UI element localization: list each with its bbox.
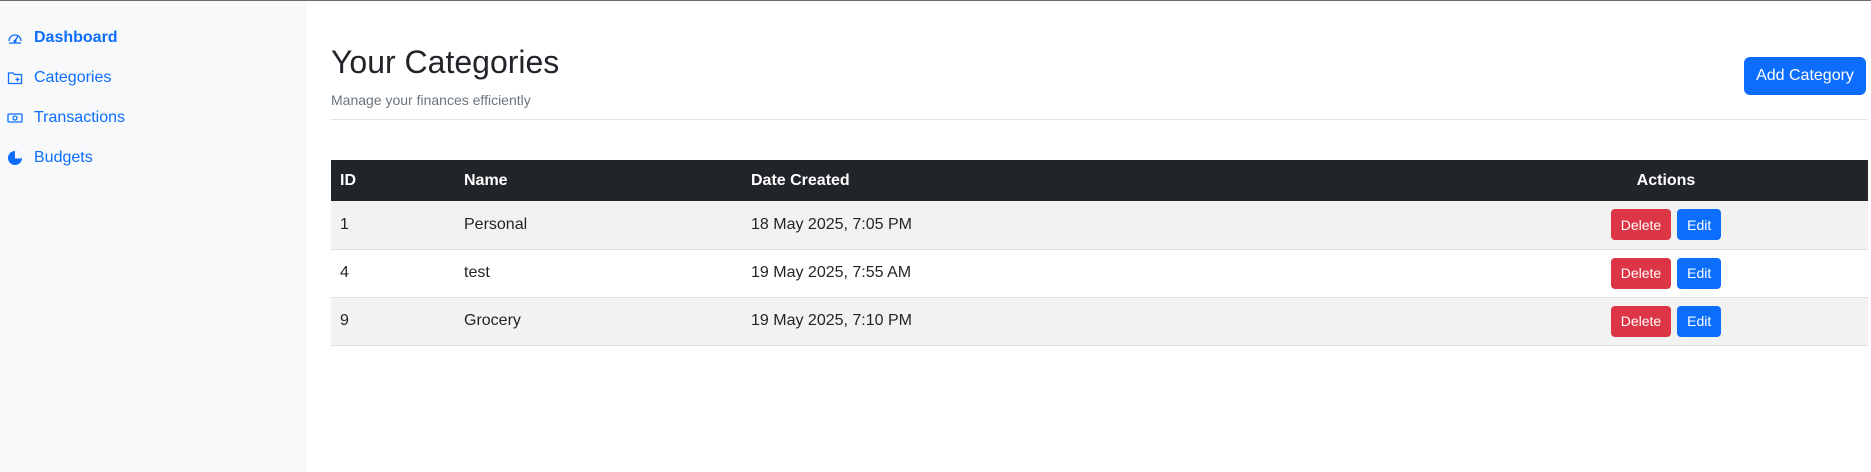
add-category-button[interactable]: Add Category	[1744, 57, 1866, 95]
sidebar-item-dashboard[interactable]: Dashboard	[0, 18, 307, 58]
cell-actions: Delete Edit	[1464, 201, 1868, 249]
categories-table: ID Name Date Created Actions 1 Personal …	[331, 160, 1868, 346]
sidebar-item-transactions[interactable]: Transactions	[0, 98, 307, 138]
cash-icon	[6, 109, 24, 127]
delete-button[interactable]: Delete	[1610, 209, 1672, 241]
table-row: 9 Grocery 19 May 2025, 7:10 PM Delete Edi…	[331, 297, 1868, 345]
sidebar-item-categories[interactable]: Categories	[0, 58, 307, 98]
table-header-row: ID Name Date Created Actions	[331, 160, 1868, 201]
edit-button[interactable]: Edit	[1677, 305, 1722, 337]
sidebar-item-label: Transactions	[34, 109, 125, 126]
cell-id: 9	[340, 312, 349, 329]
page-subtitle: Manage your finances efficiently	[331, 92, 531, 108]
edit-button[interactable]: Edit	[1677, 257, 1722, 289]
cell-name: test	[464, 264, 490, 281]
sidebar: Dashboard Categories Transactions Budget…	[0, 1, 307, 472]
table-row: 4 test 19 May 2025, 7:55 AM Delete Edit	[331, 249, 1868, 297]
column-header-actions: Actions	[1636, 171, 1696, 189]
folder-plus-icon	[6, 69, 24, 87]
cell-name: Personal	[464, 215, 528, 233]
delete-button[interactable]: Delete	[1610, 305, 1672, 337]
cell-date: 18 May 2025, 7:05 PM	[751, 215, 912, 233]
table-row: 1 Personal 18 May 2025, 7:05 PM Delete Ed…	[331, 201, 1868, 249]
cell-id: 1	[340, 215, 349, 233]
sidebar-item-label: Categories	[34, 69, 112, 86]
header-divider	[331, 119, 1868, 120]
column-header-name: Name	[464, 171, 508, 189]
sidebar-item-label: Dashboard	[34, 29, 118, 46]
cell-name: Grocery	[464, 312, 521, 329]
delete-button[interactable]: Delete	[1610, 257, 1672, 289]
speedometer-icon	[6, 29, 24, 47]
column-header-date: Date Created	[751, 171, 850, 189]
main-content: Your Categories Manage your finances eff…	[331, 0, 1871, 472]
page-title: Your Categories	[331, 44, 560, 80]
pie-chart-icon	[6, 149, 24, 167]
edit-button[interactable]: Edit	[1677, 209, 1722, 241]
cell-actions: Delete Edit	[1464, 297, 1868, 345]
sidebar-item-budgets[interactable]: Budgets	[0, 138, 307, 178]
cell-date: 19 May 2025, 7:10 PM	[751, 312, 912, 329]
sidebar-item-label: Budgets	[34, 149, 93, 166]
cell-id: 4	[340, 264, 349, 281]
cell-date: 19 May 2025, 7:55 AM	[751, 264, 912, 281]
column-header-id: ID	[340, 171, 356, 189]
cell-actions: Delete Edit	[1464, 249, 1868, 297]
